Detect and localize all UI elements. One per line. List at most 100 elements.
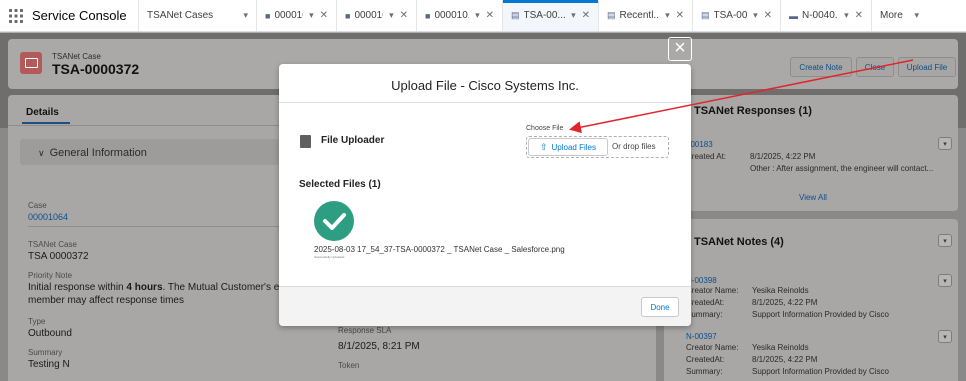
- note-icon: ▬: [789, 10, 798, 21]
- section-label: ∨ General Information: [38, 147, 147, 159]
- chevron-down-icon[interactable]: ▾: [938, 274, 952, 287]
- chevron-down-icon[interactable]: ▾: [665, 10, 670, 21]
- creator-name-value: Yesika Reinolds: [752, 343, 809, 352]
- modal-footer: Done: [279, 286, 691, 326]
- creator-name-label: Creator Name:: [686, 343, 739, 352]
- tsanet-notes-card: TSANet Notes (4) ▾ N-00398 ▾ Creator Nam…: [664, 219, 958, 381]
- chevron-down-icon[interactable]: ▾: [309, 10, 314, 21]
- upload-file-modal: Upload File - Cisco Systems Inc. File Up…: [279, 64, 691, 326]
- tab-case-3[interactable]: ■ 000010... ▾ ✕: [416, 0, 502, 31]
- upload-file-button[interactable]: Upload File: [898, 57, 956, 77]
- tab-tsa-record-2[interactable]: ▤ TSA-00... ▾ ✕: [692, 0, 780, 31]
- app-launcher-icon[interactable]: [0, 0, 32, 31]
- created-at-label: CreatedAt:: [686, 298, 725, 307]
- record-name: TSA-0000372: [52, 61, 140, 77]
- summary-label: Summary: [28, 348, 63, 357]
- tab-label: Recentl...: [619, 10, 660, 21]
- tab-case-2[interactable]: ■ 000010... ▾ ✕: [336, 0, 416, 31]
- type-label: Type: [28, 317, 46, 326]
- create-note-button[interactable]: Create Note: [790, 57, 852, 77]
- briefcase-icon: ■: [425, 10, 431, 21]
- case-link[interactable]: 00001064: [28, 212, 68, 222]
- view-all-link[interactable]: View All: [799, 193, 827, 202]
- tab-recently-viewed[interactable]: ▤ Recentl... ▾ ✕: [598, 0, 692, 31]
- chevron-down-icon[interactable]: ▾: [475, 10, 480, 21]
- summary-value: Support Information Provided by Cisco: [752, 310, 889, 319]
- summary-label: Summary:: [686, 310, 723, 319]
- tab-tsa-record-active[interactable]: ▤ TSA-00... ▾ ✕: [502, 0, 598, 31]
- created-at-label: CreatedAt:: [686, 355, 725, 364]
- chevron-down-icon[interactable]: ▾: [571, 10, 576, 21]
- file-uploader-title: File Uploader: [321, 135, 385, 146]
- chevron-down-icon[interactable]: ▾: [753, 10, 758, 21]
- priority-text-pre: Initial response within: [28, 282, 127, 293]
- active-tab-indicator: [22, 122, 70, 124]
- chevron-down-icon[interactable]: ▾: [938, 234, 952, 247]
- tab-label: 000010...: [354, 10, 383, 21]
- chevron-down-icon[interactable]: ▾: [938, 137, 952, 150]
- record-type: TSANet Case: [52, 52, 101, 61]
- briefcase-icon: ■: [265, 10, 271, 21]
- modal-title: Upload File - Cisco Systems Inc.: [391, 78, 579, 93]
- case-label: Case: [28, 201, 47, 210]
- close-icon[interactable]: ✕: [582, 10, 590, 21]
- tab-note[interactable]: ▬ N-0040... ▾ ✕: [780, 0, 871, 31]
- creator-name-label: Creator Name:: [686, 286, 739, 295]
- chevron-down-icon[interactable]: ▾: [844, 10, 849, 21]
- note-link[interactable]: N-00397: [686, 332, 717, 341]
- upload-files-button[interactable]: ⇧ Upload Files: [528, 138, 608, 156]
- tsanet-responses-card: TSANet Responses (1) ▾ 000183 Created At…: [664, 95, 958, 211]
- section-title: General Information: [49, 147, 147, 159]
- response-sla-label: Response SLA: [338, 326, 392, 335]
- tab-label: N-0040...: [802, 10, 838, 21]
- tab-details[interactable]: Details: [26, 107, 59, 118]
- tsanet-case-label: TSANet Case: [28, 240, 77, 249]
- notes-title: TSANet Notes (4): [694, 236, 784, 248]
- chevron-down-icon[interactable]: ▾: [389, 10, 394, 21]
- choose-file-label: Choose File: [526, 125, 564, 132]
- service-console-app: Service Console TSANet Cases ▾ ■ 000010.…: [0, 0, 966, 381]
- upload-files-label: Upload Files: [551, 142, 596, 152]
- created-at-value: 8/1/2025, 4:22 PM: [752, 298, 818, 307]
- close-icon[interactable]: ✕: [486, 10, 494, 21]
- priority-text-bold: 4 hours: [126, 282, 163, 293]
- file-icon: [300, 135, 311, 148]
- type-value: Outbound: [28, 328, 72, 339]
- tab-label: TSA-00...: [523, 10, 566, 21]
- close-case-button[interactable]: Close: [856, 57, 894, 77]
- close-icon[interactable]: ✕: [764, 10, 772, 21]
- more-tabs-button[interactable]: More ▾: [871, 0, 927, 31]
- priority-text-post: . The Mutual Customer's entitlen: [162, 282, 280, 293]
- more-label: More: [880, 10, 903, 21]
- close-icon[interactable]: ✕: [400, 10, 408, 21]
- summary-value: Testing N: [28, 359, 70, 370]
- created-at-value: 8/1/2025, 4:22 PM: [750, 152, 816, 161]
- checkmark-success-icon: [314, 201, 354, 241]
- record-icon: ▤: [511, 10, 520, 20]
- response-sla-value: 8/1/2025, 8:21 PM: [338, 341, 420, 352]
- chevron-down-icon[interactable]: ▾: [938, 330, 952, 343]
- close-icon[interactable]: ✕: [676, 10, 684, 21]
- briefcase-icon: ■: [345, 10, 351, 21]
- tab-label: TSA-00...: [713, 10, 748, 21]
- tab-label: 000010...: [274, 10, 303, 21]
- tab-case-1[interactable]: ■ 000010... ▾ ✕: [256, 0, 336, 31]
- case-record-icon: [20, 52, 42, 74]
- app-name: Service Console: [32, 8, 127, 23]
- record-icon: ▤: [701, 10, 710, 20]
- response-note: Other : After assignment, the engineer w…: [750, 164, 934, 173]
- done-button[interactable]: Done: [641, 297, 679, 317]
- uploaded-file-name: 2025-08-03 17_54_37-TSA-0000372 _ TSANet…: [314, 245, 565, 254]
- created-at-label: Created At:: [686, 152, 727, 161]
- close-icon[interactable]: ✕: [320, 10, 328, 21]
- tab-tsanet-cases[interactable]: TSANet Cases ▾: [138, 0, 256, 31]
- creator-name-value: Yesika Reinolds: [752, 286, 809, 295]
- drop-files-text: Or drop files: [612, 142, 656, 151]
- console-nav-bar: Service Console TSANet Cases ▾ ■ 000010.…: [0, 0, 966, 32]
- close-icon[interactable]: ✕: [855, 10, 863, 21]
- token-label: Token: [338, 361, 360, 370]
- modal-close-button[interactable]: ×: [668, 37, 692, 61]
- priority-note-label: Priority Note: [28, 271, 73, 280]
- chevron-down-icon[interactable]: ▾: [243, 10, 248, 21]
- priority-note-line2: member may affect response times: [28, 295, 184, 306]
